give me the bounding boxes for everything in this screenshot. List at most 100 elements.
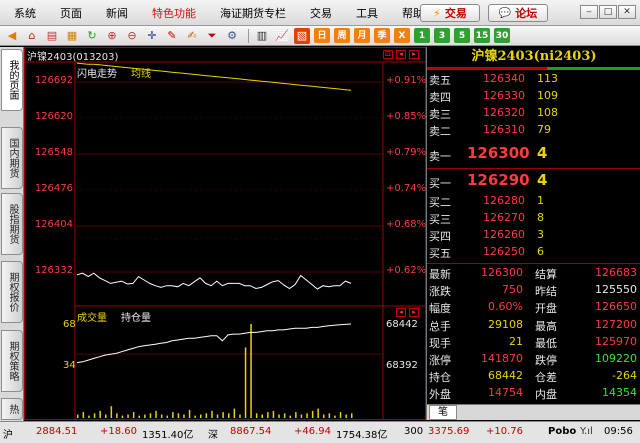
tab-option-strategy[interactable]: 期权策略 — [1, 330, 23, 392]
home-icon[interactable]: ⌂ — [24, 28, 40, 44]
settings-icon[interactable]: ⚙ — [224, 28, 240, 44]
order-row-buy1[interactable]: 买一 126290 4 — [427, 171, 640, 193]
menu-news[interactable]: 新闻 — [106, 5, 138, 21]
stat-value: 125550 — [595, 283, 637, 297]
pct-tick: +0.68% — [386, 219, 427, 230]
pct-tick: +0.79% — [386, 147, 427, 158]
stats-row: 幅度 0.60% 开盘 126650 — [427, 300, 640, 317]
period-custom[interactable]: X — [394, 28, 410, 43]
chart-next-icon[interactable]: ▸ — [409, 50, 419, 59]
intraday-chart[interactable]: 沪镍2403(013203) 闪电走势 均线 ⊡ ◂ ▸ ◂ ▸ 126692 … — [24, 47, 426, 420]
zoom-out-icon[interactable]: ⊖ — [124, 28, 140, 44]
chart-expand-icon[interactable]: ⊡ — [383, 50, 393, 59]
order-price: 126290 — [467, 171, 530, 189]
volume-bar — [222, 412, 224, 418]
period-week[interactable]: 周 — [334, 28, 350, 43]
refresh-icon[interactable]: ↻ — [84, 28, 100, 44]
order-volume: 4 — [537, 144, 548, 162]
period-quarter[interactable]: 季 — [374, 28, 390, 43]
sub-chart-next-icon[interactable]: ▸ — [409, 308, 419, 317]
order-price: 126320 — [483, 106, 525, 119]
volume-bar — [88, 415, 90, 418]
order-row-buy3[interactable]: 买三 126270 8 — [427, 211, 640, 228]
toolbar-separator — [248, 28, 250, 43]
menu-tools[interactable]: 工具 — [356, 5, 388, 21]
forum-button-label: 论坛 — [515, 7, 538, 20]
sh-index: 2884.51 — [36, 426, 78, 437]
timeshare-icon[interactable]: ▧ — [294, 27, 310, 44]
order-row-buy4[interactable]: 买四 126260 3 — [427, 228, 640, 245]
order-label: 卖五 — [429, 74, 451, 87]
quote-icon[interactable]: ▤ — [44, 28, 60, 44]
volume-bar — [183, 414, 185, 418]
order-label: 卖二 — [429, 125, 451, 138]
oi-tick: 68442 — [386, 319, 418, 330]
order-row-sell3[interactable]: 卖三 126320 108 — [427, 106, 640, 123]
menu-trade[interactable]: 交易 — [310, 5, 342, 21]
trade-button[interactable]: ⚡ 交易 — [420, 4, 480, 22]
menu-features[interactable]: 特色功能 — [152, 5, 206, 21]
back-icon[interactable]: ◀ — [4, 28, 20, 44]
stat-label: 涨跌 — [429, 285, 451, 299]
order-row-sell2[interactable]: 卖二 126310 79 — [427, 123, 640, 140]
period-month[interactable]: 月 — [354, 28, 370, 43]
period-30min[interactable]: 30 — [494, 28, 510, 43]
left-tab-bar: 我的页面 国内期货 股指期货 期权报价 期权策略 热 — [0, 47, 24, 421]
volume-bar — [216, 414, 219, 418]
period-15min[interactable]: 15 — [474, 28, 490, 43]
tab-index-futures[interactable]: 股指期货 — [1, 193, 23, 255]
stat-value: 141870 — [481, 352, 523, 365]
volume-bar — [200, 414, 202, 418]
sub-chart-prev-icon[interactable]: ◂ — [396, 308, 406, 317]
order-price: 126250 — [483, 245, 525, 258]
crosshair-icon[interactable]: ✛ — [144, 28, 160, 44]
order-label: 卖四 — [429, 91, 451, 104]
maximize-button[interactable]: □ — [599, 5, 617, 19]
volume-bar — [160, 414, 163, 418]
stat-value: 29108 — [488, 317, 523, 331]
menu-system[interactable]: 系统 — [14, 5, 46, 21]
stat-value: 750 — [502, 283, 523, 297]
close-button[interactable]: ✕ — [618, 5, 636, 19]
volume-bar — [93, 413, 96, 418]
tab-tick-detail[interactable]: 笔 — [429, 405, 457, 420]
price-tick: 126332 — [34, 265, 73, 276]
table-icon[interactable]: ▥ — [254, 28, 270, 44]
volume-bar — [149, 413, 152, 418]
tab-domestic-futures[interactable]: 国内期货 — [1, 127, 23, 189]
order-row-buy5[interactable]: 买五 126250 6 — [427, 245, 640, 262]
zoom-in-icon[interactable]: ⊕ — [104, 28, 120, 44]
minimize-button[interactable]: ‒ — [580, 5, 598, 19]
stat-label: 持仓 — [429, 371, 451, 385]
menu-page[interactable]: 页面 — [60, 5, 92, 21]
pen-icon[interactable]: ✎ — [164, 28, 180, 44]
pct-tick: +0.74% — [386, 183, 427, 194]
tab-option-quotes[interactable]: 期权报价 — [1, 261, 23, 323]
tab-my-page[interactable]: 我的页面 — [1, 49, 23, 111]
order-volume: 1 — [537, 194, 544, 207]
cyb-change: +10.76 — [486, 426, 524, 437]
volume-bar — [272, 410, 275, 418]
filter-icon[interactable]: ⏷ — [204, 28, 220, 44]
order-row-buy2[interactable]: 买二 126280 1 — [427, 194, 640, 211]
status-bar: 沪 2884.51 +18.60 1351.40亿 深 8867.54 +46.… — [0, 421, 640, 443]
book-icon[interactable]: ▦ — [64, 28, 80, 44]
order-price: 126340 — [483, 72, 525, 85]
clock: 09:56 — [604, 426, 633, 437]
forum-button[interactable]: 💬 论坛 — [488, 4, 548, 22]
period-3min[interactable]: 3 — [434, 28, 450, 43]
chart-icon[interactable]: 📈 — [274, 28, 290, 44]
stats-row: 涨停 141870 跌停 109220 — [427, 352, 640, 369]
order-volume: 6 — [537, 245, 544, 258]
menu-column[interactable]: 海证期货专栏 — [220, 5, 296, 21]
chart-prev-icon[interactable]: ◂ — [396, 50, 406, 59]
order-row-sell5[interactable]: 卖五 126340 113 — [427, 72, 640, 89]
period-5min[interactable]: 5 — [454, 28, 470, 43]
period-1min[interactable]: 1 — [414, 28, 430, 43]
draw-icon[interactable]: ✍ — [184, 28, 200, 44]
order-row-sell4[interactable]: 卖四 126330 109 — [427, 89, 640, 106]
order-row-sell1[interactable]: 卖一 126300 4 — [427, 144, 640, 166]
tab-hot[interactable]: 热 — [1, 398, 23, 420]
period-day[interactable]: 日 — [314, 28, 330, 43]
volume-bar — [116, 413, 118, 418]
